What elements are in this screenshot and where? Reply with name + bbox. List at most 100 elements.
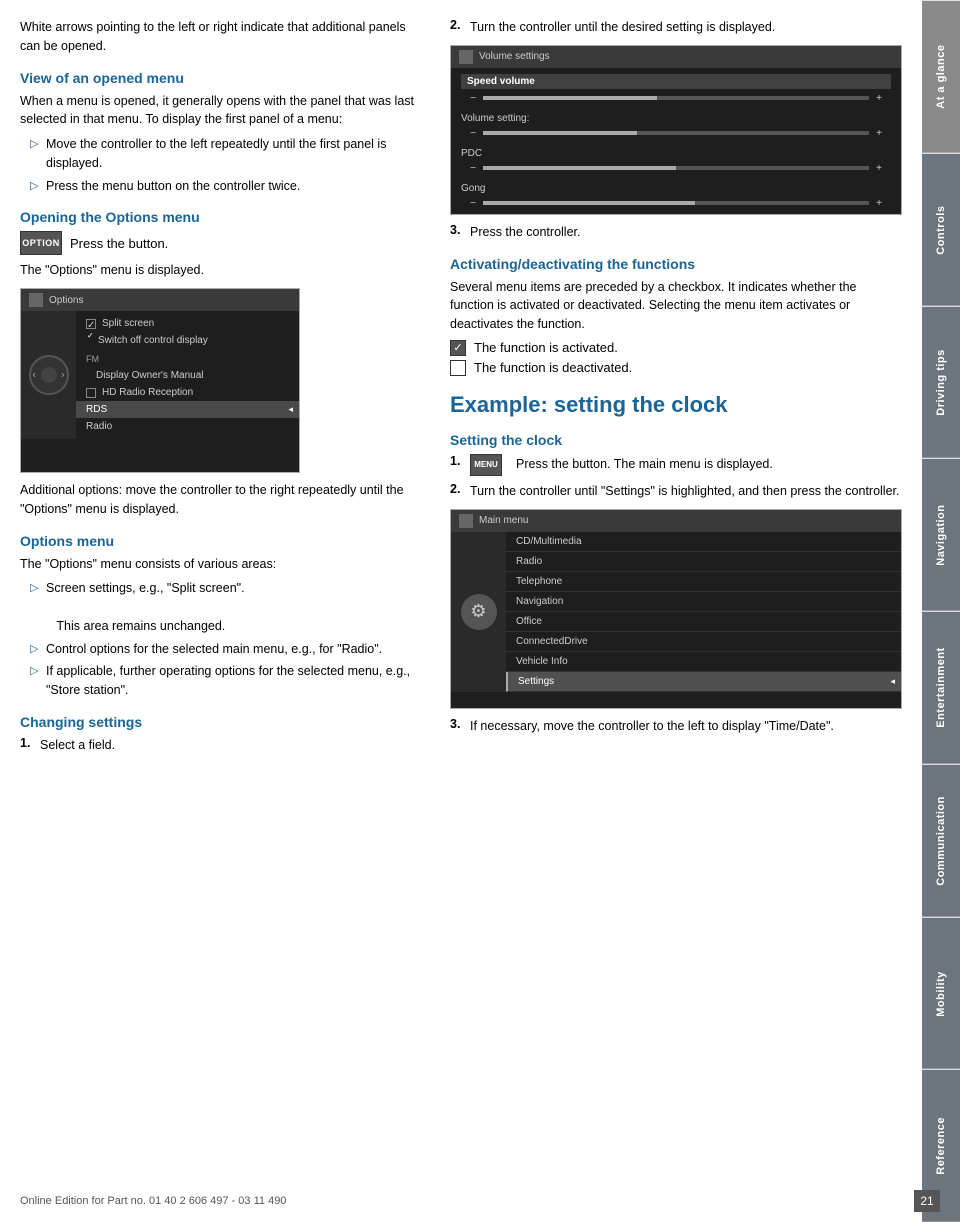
step-number: 1. bbox=[450, 454, 470, 476]
activating-body: Several menu items are preceded by a che… bbox=[450, 278, 902, 334]
options-screenshot: Options ‹ › ✓ bbox=[20, 288, 300, 473]
bullet-text-2: Press the menu button on the controller … bbox=[46, 177, 300, 196]
opts-item-rds: RDS ◂ bbox=[76, 401, 299, 418]
vol-item-setting: Volume setting: − + bbox=[461, 111, 891, 141]
options-button-row: OPTION Press the button. bbox=[20, 231, 420, 255]
opts-item-switch-off: Switch off control display bbox=[76, 332, 299, 349]
vol-header-text: Volume settings bbox=[479, 51, 550, 62]
function-activated-row: ✓ The function is activated. bbox=[450, 340, 902, 356]
clock-step-2: 2. Turn the controller until "Settings" … bbox=[450, 482, 902, 501]
options-menu-sub-body: The "Options" menu consists of various a… bbox=[20, 555, 420, 574]
opts-header-icon bbox=[29, 293, 43, 307]
vol-slider-pdc: − + bbox=[461, 161, 891, 176]
mm-right-panel: CD/Multimedia Radio Telephone Navigation… bbox=[506, 532, 901, 692]
vol-slider-fill bbox=[483, 166, 676, 170]
vol-body: Speed volume − + Volume setting: bbox=[451, 68, 901, 215]
mm-item-telephone: Telephone bbox=[506, 572, 901, 592]
options-bullet-3: ▷ If applicable, further operating optio… bbox=[30, 662, 420, 700]
opts-item-hd-radio: HD Radio Reception bbox=[76, 384, 299, 401]
opts-item-text: Display Owner's Manual bbox=[96, 370, 204, 381]
function-deactivated-text: The function is deactivated. bbox=[474, 360, 632, 375]
vol-slider-bar bbox=[483, 96, 869, 100]
vol-plus-icon: + bbox=[873, 93, 885, 104]
vol-header: Volume settings bbox=[451, 46, 901, 68]
mm-item-settings: Settings ◂ bbox=[506, 672, 901, 692]
sidebar-tab-controls[interactable]: Controls bbox=[922, 153, 960, 306]
sidebar-tab-communication[interactable]: Communication bbox=[922, 764, 960, 917]
step-text: Turn the controller until the desired se… bbox=[470, 18, 775, 37]
rds-arrow-icon: ◂ bbox=[288, 404, 293, 415]
bullet-arrow-icon: ▷ bbox=[30, 581, 40, 594]
step-number: 3. bbox=[450, 223, 470, 242]
step-number: 3. bbox=[450, 717, 470, 736]
vol-minus-icon: − bbox=[467, 198, 479, 209]
sidebar-tab-entertainment[interactable]: Entertainment bbox=[922, 611, 960, 764]
opts-item-fm: FM bbox=[76, 349, 299, 367]
sidebar: At a glance Controls Driving tips Naviga… bbox=[922, 0, 960, 1222]
vol-slider-bar bbox=[483, 166, 869, 170]
function-deactivated-row: The function is deactivated. bbox=[450, 360, 902, 376]
step-text: Select a field. bbox=[40, 736, 115, 755]
opts-header-text: Options bbox=[49, 295, 83, 306]
changing-settings-heading: Changing settings bbox=[20, 714, 420, 730]
bullet-item: ▷ Move the controller to the left repeat… bbox=[30, 135, 420, 173]
intro-text: White arrows pointing to the left or rig… bbox=[20, 18, 420, 56]
step-text: Press the controller. bbox=[470, 223, 580, 242]
page-number: 21 bbox=[914, 1190, 940, 1212]
mm-item-vehicle-info: Vehicle Info bbox=[506, 652, 901, 672]
clock-step-3: 3. If necessary, move the controller to … bbox=[450, 717, 902, 736]
mm-item-connecteddrive: ConnectedDrive bbox=[506, 632, 901, 652]
sidebar-tab-navigation[interactable]: Navigation bbox=[922, 458, 960, 611]
menu-button-image: MENU bbox=[470, 454, 502, 476]
checkbox-checked-icon: ✓ bbox=[86, 319, 96, 329]
activating-heading: Activating/deactivating the functions bbox=[450, 256, 902, 272]
checkmark-empty-icon bbox=[450, 360, 466, 376]
opts-item-split-screen: ✓ Split screen bbox=[76, 315, 299, 332]
changing-step-1: 1. Select a field. bbox=[20, 736, 420, 755]
vol-setting-label: Volume setting: bbox=[461, 111, 891, 126]
bullet-item: ▷ Press the menu button on the controlle… bbox=[30, 177, 420, 196]
step-text: If necessary, move the controller to the… bbox=[470, 717, 834, 736]
bullet-text-control: Control options for the selected main me… bbox=[46, 640, 382, 659]
opened-menu-body: When a menu is opened, it generally open… bbox=[20, 92, 420, 130]
vol-slider-fill bbox=[483, 201, 695, 205]
mm-body: ⚙ CD/Multimedia Radio Telephone Navigati… bbox=[451, 532, 901, 692]
gong-label: Gong bbox=[461, 181, 891, 196]
main-menu-screenshot: Main menu ⚙ CD/Multimedia Radio Telephon… bbox=[450, 509, 902, 709]
controller-circle-icon: ‹ › bbox=[29, 355, 69, 395]
vol-item-pdc: PDC − + bbox=[461, 146, 891, 176]
step-number: 2. bbox=[450, 18, 470, 37]
vol-slider-bar bbox=[483, 201, 869, 205]
pdc-label: PDC bbox=[461, 146, 891, 161]
step-number: 1. bbox=[20, 736, 40, 755]
options-menu-heading: Opening the Options menu bbox=[20, 209, 420, 225]
opts-item-text: Switch off control display bbox=[98, 335, 208, 346]
sidebar-tab-at-a-glance[interactable]: At a glance bbox=[922, 0, 960, 153]
settings-arrow-icon: ◂ bbox=[890, 676, 895, 687]
opts-item-display-manual: Display Owner's Manual bbox=[76, 367, 299, 384]
opts-header: Options bbox=[21, 289, 299, 311]
page-number-bar: Online Edition for Part no. 01 40 2 606 … bbox=[0, 1190, 960, 1212]
vol-slider-fill bbox=[483, 96, 657, 100]
sidebar-tab-driving-tips[interactable]: Driving tips bbox=[922, 306, 960, 459]
step-number: 2. bbox=[450, 482, 470, 501]
speed-volume-label: Speed volume bbox=[461, 74, 891, 89]
opts-item-text: FM bbox=[86, 354, 99, 364]
mm-item-radio: Radio bbox=[506, 552, 901, 572]
step-text: Turn the controller until "Settings" is … bbox=[470, 482, 900, 501]
sidebar-tab-mobility[interactable]: Mobility bbox=[922, 917, 960, 1070]
vol-slider-gong: − + bbox=[461, 196, 891, 211]
vol-slider-bar bbox=[483, 131, 869, 135]
volume-screenshot: Volume settings Speed volume − + bbox=[450, 45, 902, 215]
footer-text: Online Edition for Part no. 01 40 2 606 … bbox=[20, 1195, 286, 1207]
bullet-arrow-icon: ▷ bbox=[30, 137, 40, 150]
vol-plus-icon: + bbox=[873, 128, 885, 139]
right-step-2: 2. Turn the controller until the desired… bbox=[450, 18, 902, 37]
option-button-image: OPTION bbox=[20, 231, 62, 255]
right-step-3: 3. Press the controller. bbox=[450, 223, 902, 242]
bullet-text-applicable: If applicable, further operating options… bbox=[46, 662, 420, 700]
vol-minus-icon: − bbox=[467, 163, 479, 174]
vol-item-speed: Speed volume − + bbox=[461, 74, 891, 106]
clock-step-1: 1. MENU Press the button. The main menu … bbox=[450, 454, 902, 476]
gear-icon: ⚙ bbox=[461, 594, 497, 630]
